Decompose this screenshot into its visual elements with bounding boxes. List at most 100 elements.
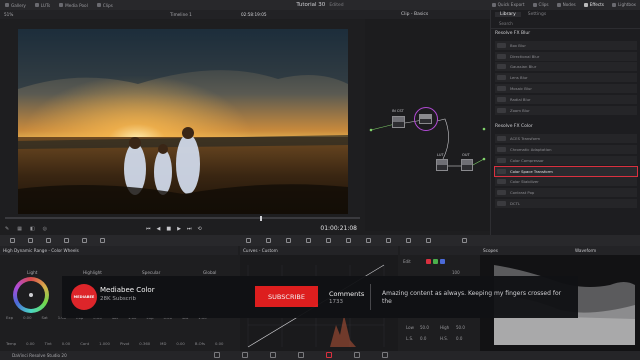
divider	[370, 284, 371, 310]
tracker-icon[interactable]	[326, 238, 331, 243]
effect-item[interactable]: DCTL	[495, 198, 637, 208]
timeline-selector[interactable]: Timeline 1	[170, 12, 192, 17]
light-color-wheel[interactable]	[13, 277, 49, 313]
tab-settings[interactable]: Settings	[523, 12, 551, 17]
edit-page-icon[interactable]	[270, 352, 276, 358]
effect-thumb-icon	[497, 168, 506, 174]
effect-item[interactable]: ACES Transform	[495, 134, 637, 144]
pen-icon[interactable]: ✎	[5, 226, 9, 232]
subscribe-button[interactable]: SUBSCRIBE	[255, 286, 318, 307]
effect-thumb-icon	[497, 179, 506, 185]
blue-channel-icon[interactable]	[440, 259, 445, 264]
edit-value[interactable]: 100	[452, 270, 460, 275]
effect-item[interactable]: Chromatic Adaptation	[495, 144, 637, 154]
green-channel-icon[interactable]	[433, 259, 438, 264]
zoom-level[interactable]: 51%	[4, 12, 13, 17]
motion-effects-icon[interactable]	[100, 238, 105, 243]
fusion-page-icon[interactable]	[298, 352, 304, 358]
blur-icon[interactable]	[366, 238, 371, 243]
wheel-label: Highlight	[83, 270, 102, 275]
play-icon[interactable]: ▶	[177, 226, 181, 232]
node-graph[interactable]: IN CST LUT OUT	[365, 19, 490, 231]
low-value[interactable]: 50.0	[420, 325, 429, 330]
wheel-label: Light	[27, 270, 38, 275]
effect-item[interactable]: Mosaic Blur	[495, 83, 637, 93]
scope-type-selector[interactable]: Waveform	[575, 246, 615, 255]
effect-thumb-icon	[497, 157, 506, 163]
color-wheels-icon[interactable]	[46, 238, 51, 243]
scopes-toggle-icon[interactable]	[462, 238, 467, 243]
effect-item[interactable]: Directional Blur	[495, 51, 637, 61]
curves-panel-title: Curves - Custom	[240, 246, 398, 255]
deliver-page-icon[interactable]	[382, 352, 388, 358]
node-selected[interactable]	[414, 107, 438, 131]
effect-item[interactable]: Box Blur	[495, 40, 637, 50]
scopes-panel-title: Scopes	[480, 246, 640, 255]
sizing-icon[interactable]	[406, 238, 411, 243]
library-search[interactable]: Search	[491, 19, 640, 29]
channel-name[interactable]: Mediabee Color	[100, 286, 155, 294]
video-viewer[interactable]	[18, 29, 348, 214]
last-frame-icon[interactable]: ⏭	[187, 226, 192, 232]
color-page-icon[interactable]	[326, 352, 332, 358]
cut-page-icon[interactable]	[242, 352, 248, 358]
comments-count: 1733	[329, 299, 343, 305]
app-name: DaVinci Resolve Studio 20	[12, 353, 67, 358]
hs-value[interactable]: 0.0	[456, 336, 462, 341]
effects-button[interactable]: Effects	[583, 2, 604, 7]
red-channel-icon[interactable]	[426, 259, 431, 264]
effect-item[interactable]: Lens Blur	[495, 73, 637, 83]
effect-item[interactable]: Zoom Blur	[495, 105, 637, 115]
tab-library[interactable]: Library	[495, 12, 521, 17]
nodes-button[interactable]: Nodes	[556, 2, 576, 7]
curves-icon[interactable]	[246, 238, 251, 243]
key-icon[interactable]	[386, 238, 391, 243]
fairlight-page-icon[interactable]	[354, 352, 360, 358]
wheels-panel-title: High Dynamic Range - Color Wheels	[0, 246, 238, 255]
effect-item[interactable]: Color Stabilizer	[495, 177, 637, 187]
split-icon[interactable]: ◧	[30, 226, 35, 232]
target-icon[interactable]: ◎	[43, 226, 47, 232]
node-lut[interactable]	[436, 159, 448, 171]
first-frame-icon[interactable]: ⏮	[146, 226, 151, 232]
wheel-label: Global	[203, 270, 217, 275]
effect-item-selected[interactable]: Color Space Transform	[494, 165, 638, 177]
high-value[interactable]: 50.0	[456, 325, 465, 330]
qualifier-panel-header	[400, 246, 480, 255]
window-icon[interactable]	[306, 238, 311, 243]
playhead-handle[interactable]	[260, 215, 262, 221]
effect-item[interactable]: Radial Blur	[495, 94, 637, 104]
low-label: Low	[406, 325, 414, 330]
grid-icon[interactable]: ▦	[17, 226, 22, 232]
effects-library: Library Settings Search Resolve FX Blur …	[490, 10, 640, 235]
rgb-mixer-icon[interactable]	[82, 238, 87, 243]
effect-item[interactable]: Contrast Pop	[495, 188, 637, 198]
node-editor-title: Clip - Basics	[401, 12, 429, 17]
color-warper-icon[interactable]	[266, 238, 271, 243]
effect-item[interactable]: Color Compressor	[495, 155, 637, 165]
top-toolbar: Gallery LUTs Media Pool Clips Tutorial 3…	[0, 0, 640, 10]
featured-comment: Amazing content as always. Keeping my fi…	[382, 290, 562, 305]
reverse-icon[interactable]: ◀	[157, 226, 161, 232]
viewer-header: 51% Timeline 1 02:58:19:05	[0, 10, 365, 19]
clips-right-button[interactable]: Clips	[532, 2, 549, 7]
channel-logo[interactable]: MEDIABEE	[71, 284, 97, 310]
qualifier-icon[interactable]	[286, 238, 291, 243]
stop-icon[interactable]: ■	[166, 226, 171, 232]
magic-mask-icon[interactable]	[346, 238, 351, 243]
node-in-cst[interactable]	[392, 116, 405, 128]
ls-value[interactable]: 0.0	[420, 336, 426, 341]
section-title: Resolve FX Blur	[495, 31, 531, 36]
3d-icon[interactable]	[426, 238, 431, 243]
camera-raw-icon[interactable]	[10, 238, 15, 243]
node-out[interactable]	[461, 159, 473, 171]
media-page-icon[interactable]	[214, 352, 220, 358]
quick-export-button[interactable]: Quick Export	[491, 2, 525, 7]
loop-icon[interactable]: ⟲	[197, 226, 201, 232]
color-match-icon[interactable]	[28, 238, 33, 243]
timeline-scrubber[interactable]	[5, 215, 360, 221]
lightbox-button[interactable]: Lightbox	[611, 2, 636, 7]
edit-label: Edit	[403, 259, 411, 264]
effect-item[interactable]: Gaussian Blur	[495, 62, 637, 72]
hdr-icon[interactable]	[64, 238, 69, 243]
